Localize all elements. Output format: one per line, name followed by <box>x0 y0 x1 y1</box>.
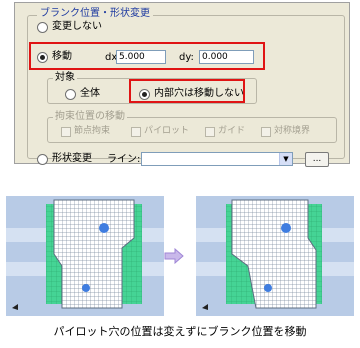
chevron-down-icon[interactable]: ▼ <box>279 153 292 165</box>
line-browse-button[interactable]: ... <box>305 152 329 167</box>
line-dropdown[interactable]: ▼ <box>141 152 293 166</box>
radio-shape-change[interactable]: 形状変更 <box>37 153 92 165</box>
line-dropdown-value <box>142 161 144 171</box>
blank-position-dialog: ブランク位置・形状変更 変更しない 移動 dx: 5.000 dy: 0.000… <box>14 2 350 167</box>
checkbox-symmetry-boundary-label: 対称境界 <box>274 126 311 136</box>
radio-circle-icon <box>65 88 76 100</box>
radio-selected-icon <box>37 51 48 63</box>
radio-shape-change-label: 形状変更 <box>52 153 92 164</box>
checkbox-symmetry-boundary[interactable]: 対称境界 <box>261 126 310 137</box>
line-label: ライン: <box>107 154 141 165</box>
figure-caption: パイロット穴の位置は変えずにブランク位置を移動 <box>53 325 307 338</box>
dy-input[interactable]: 0.000 <box>199 50 254 64</box>
checkbox-guide[interactable]: ガイド <box>205 126 245 137</box>
constraint-group-title: 拘束位置の移動 <box>53 111 127 123</box>
radio-move[interactable]: 移動 <box>37 51 72 63</box>
radio-circle-icon <box>37 153 48 165</box>
dx-input[interactable]: 5.000 <box>116 50 166 64</box>
checkbox-icon <box>261 126 271 137</box>
checkbox-node-constraint-label: 節点拘束 <box>74 126 111 136</box>
checkbox-icon <box>205 126 215 137</box>
radio-circle-icon <box>37 21 48 33</box>
checkbox-guide-label: ガイド <box>218 126 246 136</box>
right-arrow-icon <box>164 248 184 264</box>
target-group-title: 対象 <box>53 72 77 84</box>
radio-selected-icon <box>139 88 150 100</box>
radio-inner-holes[interactable]: 内部穴は移動しない <box>139 88 244 100</box>
radio-no-change-label: 変更しない <box>52 21 102 32</box>
dy-label: dy: <box>179 52 194 63</box>
checkbox-icon <box>131 126 141 137</box>
checkbox-icon <box>61 126 71 137</box>
checkbox-pilot-label: パイロット <box>144 126 190 136</box>
checkbox-pilot[interactable]: パイロット <box>131 126 189 137</box>
radio-move-label: 移動 <box>52 51 72 62</box>
group-title: ブランク位置・形状変更 <box>37 7 153 20</box>
radio-no-change[interactable]: 変更しない <box>37 21 102 33</box>
blank-after-view <box>196 196 354 316</box>
radio-target-all[interactable]: 全体 <box>65 88 100 100</box>
radio-target-all-label: 全体 <box>80 88 100 99</box>
radio-inner-holes-label: 内部穴は移動しない <box>154 88 244 99</box>
blank-before-view <box>6 196 164 316</box>
checkbox-node-constraint[interactable]: 節点拘束 <box>61 126 110 137</box>
